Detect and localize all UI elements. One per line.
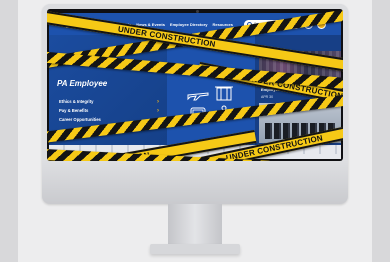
toll-gate-icon[interactable]	[215, 85, 233, 101]
chevron-right-icon: ›	[157, 107, 159, 114]
panel-link-label: Career Opportunities	[59, 117, 101, 122]
monitor-bezel: the PA Departments News & Events Employe…	[47, 9, 343, 161]
nav-employee-directory[interactable]: Employee Directory	[170, 22, 208, 27]
background-frame-left	[0, 0, 18, 262]
nav-resources[interactable]: Resources	[213, 22, 233, 27]
news-date: APR 30	[261, 95, 274, 99]
monitor-chin	[42, 160, 348, 204]
monitor: the PA Departments News & Events Employe…	[42, 4, 348, 204]
monitor-stand-base	[150, 244, 240, 254]
monitor-stand	[168, 204, 222, 244]
panel-link-pay[interactable]: Pay & Benefits ›	[59, 106, 159, 115]
chevron-right-icon: ›	[157, 98, 159, 105]
panel-link-ethics[interactable]: Ethics & Integrity ›	[59, 97, 159, 106]
panel-title: PA Employee	[57, 79, 108, 88]
scene: the PA Departments News & Events Employe…	[0, 0, 390, 262]
panel-link-label: Pay & Benefits	[59, 108, 89, 113]
airplane-icon[interactable]	[187, 87, 209, 101]
background-frame-right	[372, 0, 390, 262]
panel-link-label: Ethics & Integrity	[59, 99, 94, 104]
